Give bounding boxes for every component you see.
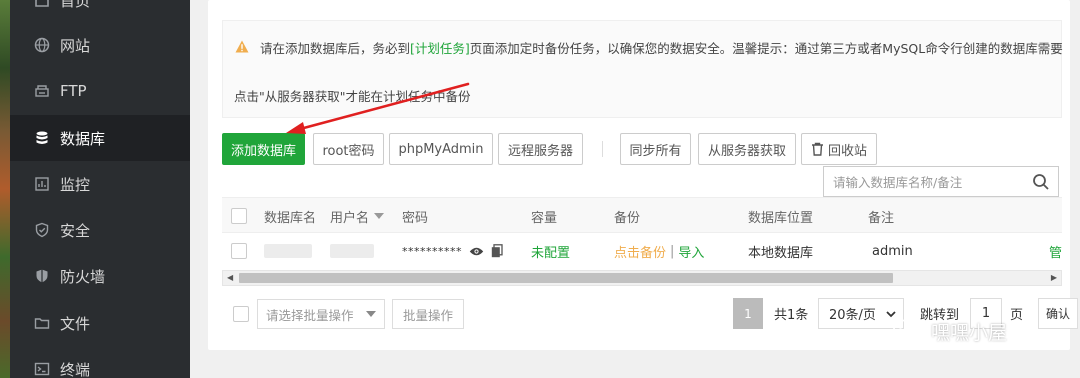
remote-server-button[interactable]: 远程服务器 — [498, 133, 583, 165]
background-image-strip — [0, 0, 10, 378]
password-masked: ********** — [402, 244, 462, 258]
root-password-button[interactable]: root密码 — [313, 133, 384, 165]
recycle-bin-label: 回收站 — [827, 143, 867, 159]
sidebar-item-files[interactable]: 文件 — [10, 300, 190, 346]
column-header-remark: 备注 — [868, 210, 895, 226]
sidebar-item-label: 数据库 — [60, 129, 106, 148]
column-header-password: 密码 — [402, 210, 429, 226]
column-header-user[interactable]: 用户名 — [330, 198, 385, 234]
table-row: ********** 未配置 点击备份 | 导入 本地数据库 admin 管 — [222, 233, 1062, 269]
notice-text: 请在添加数据库后，务必到 — [260, 41, 411, 56]
batch-operation-button[interactable]: 批量操作 — [392, 299, 464, 329]
sidebar-item-label: 文件 — [60, 314, 91, 333]
page-unit-label: 页 — [1010, 308, 1024, 323]
sidebar-item-monitor[interactable]: 监控 — [10, 161, 190, 207]
sidebar-item-label: 网站 — [60, 36, 91, 55]
sidebar-item-home[interactable]: 首页 — [10, 0, 190, 23]
warning-icon — [235, 40, 249, 53]
sidebar-item-label: 防火墙 — [60, 267, 106, 286]
scrollbar-thumb[interactable] — [239, 273, 893, 283]
sidebar-item-terminal[interactable]: 终端 — [10, 346, 190, 378]
trash-icon — [811, 142, 823, 156]
username-redacted — [330, 233, 374, 269]
sidebar-item-firewall[interactable]: 防火墙 — [10, 253, 190, 299]
backup-cell: 点击备份 | 导入 — [614, 233, 704, 269]
eye-icon[interactable] — [469, 246, 484, 257]
notice-box: 请在添加数据库后，务必到[计划任务]页面添加定时备份任务，以确保您的数据安全。温… — [222, 20, 1063, 118]
folder-icon — [33, 314, 51, 332]
sidebar-item-label: 终端 — [60, 360, 91, 378]
terminal-icon — [33, 360, 51, 378]
recycle-bin-button[interactable]: 回收站 — [801, 133, 877, 165]
shield-check-icon — [33, 221, 51, 239]
backup-link[interactable]: 点击备份 — [614, 242, 666, 261]
per-page-select[interactable]: 20条/页 — [818, 298, 904, 329]
column-header-name[interactable]: 数据库名 — [264, 198, 316, 234]
backup-separator: | — [670, 243, 675, 259]
select-all-checkbox[interactable] — [231, 198, 247, 234]
horizontal-scrollbar[interactable]: ◀ ▶ — [222, 270, 1062, 286]
column-header-backup: 备份 — [614, 210, 641, 226]
toolbar-divider — [602, 141, 603, 157]
watermark-text: 嘿嘿小屋 — [931, 321, 1008, 344]
sidebar-item-label: 安全 — [60, 221, 91, 240]
database-location: 本地数据库 — [748, 245, 814, 261]
notice-text: 页面添加定时备份任务，以确保您的数据安全。温馨提示：通过第三方或者MySQL命令… — [469, 41, 1063, 56]
sidebar-item-database[interactable]: 数据库 — [10, 115, 190, 161]
get-from-server-button[interactable]: 从服务器获取 — [698, 133, 796, 165]
import-link[interactable]: 导入 — [678, 242, 704, 261]
column-header-location: 数据库位置 — [748, 210, 814, 226]
scroll-left-arrow-icon[interactable]: ◀ — [227, 273, 233, 282]
sidebar: 首页 网站 FTP 数据库 监控 安全 防火墙 文件 终端 — [10, 0, 190, 378]
home-icon — [33, 0, 51, 9]
capacity-not-configured[interactable]: 未配置 — [531, 233, 570, 269]
pagination-current-page[interactable]: 1 — [733, 298, 763, 329]
database-name-redacted[interactable] — [264, 233, 312, 269]
cron-task-link[interactable]: [计划任务] — [410, 41, 470, 56]
table-header: 数据库名 用户名 密码 容量 备份 数据库位置 备注 — [222, 197, 1062, 233]
sidebar-item-label: FTP — [60, 82, 87, 100]
column-header-user-label: 用户名 — [330, 210, 370, 226]
batch-operation-select[interactable]: 请选择批量操作 — [257, 299, 385, 329]
footer-select-checkbox[interactable] — [233, 306, 249, 322]
manage-link-partial[interactable]: 管 — [1049, 233, 1062, 269]
scroll-right-arrow-icon[interactable]: ▶ — [1051, 273, 1057, 282]
add-database-button[interactable]: 添加数据库 — [222, 133, 305, 165]
firewall-icon — [33, 267, 51, 285]
phpmyadmin-button[interactable]: phpMyAdmin — [389, 133, 493, 165]
batch-select-placeholder: 请选择批量操作 — [266, 307, 354, 323]
password-cell: ********** — [402, 233, 503, 269]
search-input[interactable] — [833, 173, 1023, 191]
sidebar-item-website[interactable]: 网站 — [10, 22, 190, 68]
sort-down-icon — [374, 213, 385, 219]
globe-icon — [33, 36, 51, 54]
pagination-total: 共1条 — [774, 308, 809, 323]
wechat-logo-icon — [893, 319, 923, 342]
database-remark[interactable]: admin — [872, 233, 913, 269]
copy-icon[interactable] — [491, 244, 503, 258]
per-page-value: 20条/页 — [829, 308, 876, 323]
monitor-icon — [33, 175, 51, 193]
watermark: 嘿嘿小屋 — [893, 315, 1007, 347]
sidebar-item-label: 首页 — [60, 0, 91, 10]
goto-confirm-button[interactable]: 确认 — [1038, 298, 1078, 329]
chevron-down-icon — [366, 311, 376, 317]
row-checkbox[interactable] — [231, 233, 247, 269]
sidebar-item-ftp[interactable]: FTP — [10, 68, 190, 114]
sidebar-item-security[interactable]: 安全 — [10, 207, 190, 253]
notice-line-2: 点击"从服务器获取"才能在计划任务中备份 — [234, 89, 471, 104]
database-panel: 请在添加数据库后，务必到[计划任务]页面添加定时备份任务，以确保您的数据安全。温… — [208, 0, 1078, 350]
sidebar-item-label: 监控 — [60, 175, 91, 194]
search-box — [823, 166, 1059, 197]
database-icon — [33, 129, 51, 147]
ftp-icon — [33, 82, 51, 100]
search-icon[interactable] — [1032, 173, 1050, 191]
notice-line-1: 请在添加数据库后，务必到[计划任务]页面添加定时备份任务，以确保您的数据安全。温… — [260, 38, 1063, 57]
sync-all-button[interactable]: 同步所有 — [620, 133, 691, 165]
column-header-capacity: 容量 — [531, 210, 558, 226]
